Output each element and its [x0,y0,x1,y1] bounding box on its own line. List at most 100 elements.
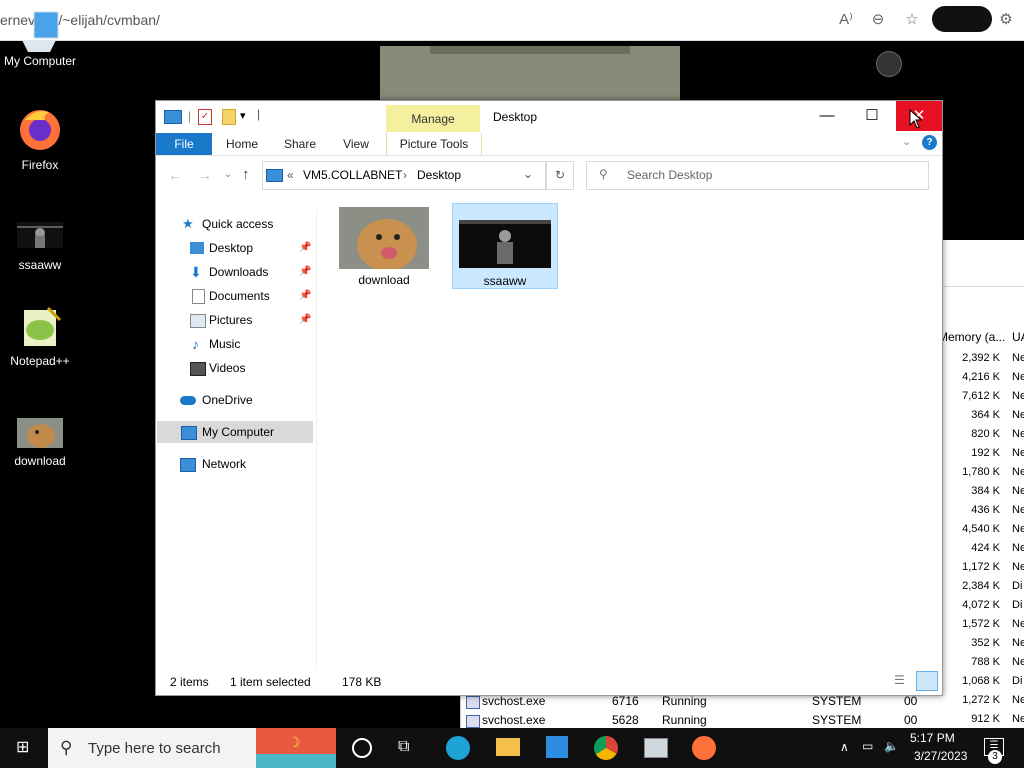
tab-file[interactable]: File [156,133,212,155]
windows-start-icon[interactable]: ⊞ [16,740,32,756]
file-item-ssaaww[interactable]: ssaaww [452,203,558,289]
minimize-button[interactable]: — [804,101,850,131]
computer-icon [181,426,197,440]
task-view-icon[interactable]: ⧉ [398,738,409,756]
details-view-icon[interactable]: ☰ [894,673,912,689]
recent-locations-icon[interactable]: ⌄ [224,169,232,180]
new-folder-icon[interactable] [222,109,236,125]
extensions-icon[interactable]: ⚙ [996,10,1016,30]
nav-documents[interactable]: Documents 📌 [172,285,314,307]
title-bar[interactable]: | ✓ ▾ | Manage Desktop — ☐ ✕ [156,101,942,133]
task-manager-ua-value: Ne [1012,504,1024,516]
tray-overflow-icon[interactable]: ∧ [840,740,849,754]
breadcrumb-root[interactable]: VM5.COLLABNET [303,168,402,182]
nav-label: My Computer [202,425,275,439]
address-bar[interactable]: « VM5.COLLABNET › Desktop ⌄ [262,161,546,190]
document-icon [192,289,205,304]
search-highlight-image[interactable]: ☽ [256,728,336,768]
tab-home[interactable]: Home [222,133,262,155]
pin-icon[interactable]: 📌 [299,237,311,259]
notepad-plus-plus-icon [24,306,62,346]
zoom-out-icon[interactable]: ⊖ [868,10,888,30]
pin-icon[interactable]: 📌 [299,261,311,283]
search-icon: ⚲ [599,167,608,181]
favorite-icon[interactable]: ☆ [902,10,922,30]
profile-avatar[interactable] [932,6,992,32]
qat-dropdown-icon[interactable]: ▾ [240,109,246,122]
task-manager-memory-header[interactable]: Memory (a... [938,330,1005,344]
tab-share[interactable]: Share [280,133,320,155]
read-aloud-icon[interactable]: A⁾ [836,10,856,30]
desktop-icon-ssaaww[interactable]: ssaaww [0,222,80,272]
task-manager-ua-value: Ne [1012,523,1024,535]
back-arrow-icon[interactable]: ← [168,167,182,183]
file-item-download[interactable]: download [332,205,436,289]
task-manager-ua-value: Ne [1012,694,1024,706]
desktop-folder-icon [190,242,204,254]
ssaaww-thumbnail-icon [17,222,63,248]
tab-picture-tools[interactable]: Picture Tools [386,133,482,155]
clock-date[interactable]: 3/27/2023 [914,749,967,763]
breadcrumb-current[interactable]: Desktop [417,168,461,182]
nav-pictures[interactable]: Pictures 📌 [172,309,314,331]
desktop-icon-my-computer[interactable]: My Computer [0,10,80,68]
process-pid: 6716 [612,694,639,708]
maximize-button[interactable]: ☐ [849,101,895,131]
refresh-button[interactable]: ↻ [546,161,574,190]
clock-time[interactable]: 5:17 PM [910,731,955,745]
file-explorer-icon[interactable] [496,738,520,756]
forward-arrow-icon[interactable]: → [198,167,212,183]
nav-desktop[interactable]: Desktop 📌 [172,237,314,259]
tab-manage[interactable]: Manage [386,105,480,132]
nav-onedrive[interactable]: OneDrive [172,389,314,411]
dog-photo-thumbnail-icon [17,418,63,448]
nav-label: Network [202,457,247,471]
address-row: ← → ⌄ ↑ « VM5.COLLABNET › Desktop ⌄ ↻ ⚲ … [156,161,942,191]
chrome-icon[interactable] [594,736,618,760]
volume-icon[interactable]: 🔈 [884,739,899,753]
pin-icon[interactable]: 📌 [299,285,311,307]
remote-desktop-icon[interactable] [644,738,668,758]
firefox-icon[interactable] [692,736,716,760]
status-size: 178 KB [342,675,382,689]
large-icons-view-icon[interactable] [916,671,938,691]
nav-my-computer[interactable]: My Computer [157,421,313,443]
star-icon: ★ [182,216,194,231]
tab-view[interactable]: View [336,133,376,155]
ssaaww-thumbnail-icon [459,220,551,268]
search-input[interactable]: ⚲ Search Desktop [586,161,929,190]
search-icon: ⚲ [60,738,73,757]
desktop-icon-download[interactable]: download [0,418,80,468]
edge-icon[interactable] [446,736,470,760]
nav-label: Downloads [209,265,269,279]
breadcrumb-overflow[interactable]: « [287,168,294,182]
address-dropdown-icon[interactable]: ⌄ [523,167,533,181]
up-arrow-icon[interactable]: ↑ [242,166,250,183]
cortana-icon[interactable] [352,738,372,758]
task-manager-memory-value: 912 K [971,713,1000,725]
task-manager-ua-value: Ne [1012,447,1024,459]
background-round-button[interactable] [876,51,902,77]
desktop-icon-notepad-plus-plus[interactable]: Notepad++ [0,306,80,368]
network-tray-icon[interactable]: ▭ [862,739,873,753]
nav-network[interactable]: Network [172,453,314,475]
task-manager-ua-value: Di [1012,675,1023,687]
background-image [380,46,680,100]
store-icon[interactable] [546,736,568,758]
help-icon[interactable]: ? [922,135,937,150]
pin-icon[interactable]: 📌 [299,309,311,331]
nav-quick-access[interactable]: ★ Quick access [172,213,314,235]
ribbon-expand-icon[interactable]: ⌄ [902,135,911,148]
process-pid: 5628 [612,713,639,727]
nav-videos[interactable]: Videos [172,357,314,379]
desktop-icon-firefox[interactable]: Firefox [0,106,80,172]
my-computer-icon [22,11,59,52]
nav-downloads[interactable]: ⬇ Downloads 📌 [172,261,314,283]
properties-icon[interactable]: ✓ [198,109,212,125]
breadcrumb-separator-icon[interactable]: › [403,168,407,182]
task-manager-ua-value: Ne [1012,618,1024,630]
task-manager-ua-header[interactable]: UA [1012,330,1024,344]
nav-music[interactable]: ♪ Music [172,333,314,355]
task-manager-ua-value: Ne [1012,409,1024,421]
taskbar-search-input[interactable]: ⚲ Type here to search [48,728,256,768]
